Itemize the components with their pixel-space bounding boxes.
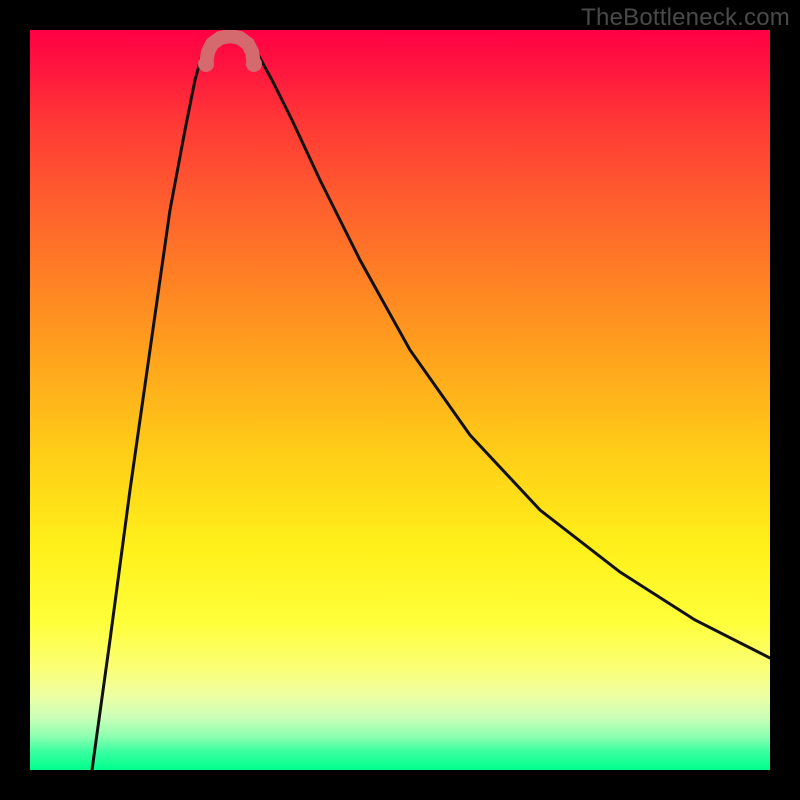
cap-dot-right-icon (246, 56, 262, 72)
curve-bottom-cap (206, 36, 254, 64)
cap-dot-left-icon (198, 56, 214, 72)
curve-right-branch (248, 40, 770, 658)
chart-frame: TheBottleneck.com (0, 0, 800, 800)
curve-svg (30, 30, 770, 770)
curve-left-branch (92, 40, 212, 770)
watermark-text: TheBottleneck.com (581, 4, 790, 32)
plot-area (30, 30, 770, 770)
